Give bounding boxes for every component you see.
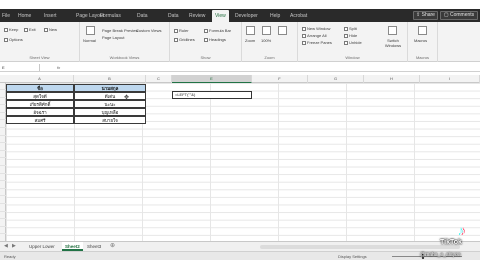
page-layout-view-button[interactable]: Page Layout [102, 35, 124, 40]
table-cell[interactable]: อัจฉรา [6, 108, 74, 116]
tiktok-logo-icon: ♪ [458, 223, 466, 238]
add-sheet-icon[interactable]: ⊕ [110, 242, 115, 251]
tab-formulas[interactable]: Formulas [100, 11, 121, 21]
group-label: Zoom [264, 55, 275, 60]
tab-developer[interactable]: Developer [235, 11, 258, 21]
gridlines-checkbox[interactable]: Gridlines [174, 37, 195, 42]
group-label: Macros [415, 55, 430, 60]
group-zoom: Zoom 100% Zoom [242, 22, 298, 62]
sheet-tab-sheet3[interactable]: Sheet3 [84, 242, 104, 251]
group-window: New Window Arrange All Freeze Panes Spli… [298, 22, 408, 62]
tab-data[interactable]: Data [137, 11, 148, 21]
group-show: Ruler Formula Bar Gridlines Headings Sho… [170, 22, 242, 62]
tab-acrobat[interactable]: Acrobat [290, 11, 307, 21]
macros-icon[interactable] [418, 26, 427, 35]
column-header[interactable]: H [364, 75, 420, 83]
column-header[interactable]: I [420, 75, 480, 83]
sheet-view-keep-button[interactable]: Keep [4, 27, 18, 32]
zoom-100-icon[interactable] [262, 26, 271, 35]
tab-insert[interactable]: Insert [44, 11, 57, 21]
normal-view-icon[interactable] [86, 26, 95, 35]
tab-home[interactable]: Home [18, 11, 31, 21]
zoom-icon[interactable] [246, 26, 255, 35]
group-sheet-view: Keep Exit New Options Sheet View [0, 22, 80, 62]
tab-help[interactable]: Help [270, 11, 280, 21]
comment-icon: ▢ [443, 12, 449, 18]
custom-views-button[interactable]: Custom Views [136, 28, 162, 33]
zoom-button[interactable]: Zoom [245, 38, 255, 43]
column-headers: A B C D E F G H I [0, 75, 480, 83]
formula-bar-checkbox[interactable]: Formula Bar [204, 28, 231, 33]
sheet-tab-sheet2[interactable]: Sheet2 [62, 242, 83, 251]
table-cell[interactable]: สมศรี [6, 116, 74, 124]
ribbon: Keep Exit New Options Sheet View Normal … [0, 22, 480, 62]
table-cell[interactable]: นะนะ [74, 100, 146, 108]
column-header[interactable]: B [74, 75, 146, 83]
column-header[interactable]: F [252, 75, 308, 83]
sheet-tab-upper-lower[interactable]: Upper Lower [26, 242, 58, 251]
ruler-checkbox[interactable]: Ruler [174, 28, 189, 33]
column-header[interactable]: C [146, 75, 172, 83]
name-box[interactable]: E [0, 64, 40, 71]
group-label: Workbook Views [109, 55, 140, 60]
horizontal-scrollbar[interactable] [260, 245, 460, 249]
table-header-cell[interactable]: ชื่อ [6, 84, 74, 92]
switch-windows-icon[interactable] [388, 26, 397, 35]
macros-button[interactable]: Macros [414, 38, 427, 43]
tab-view[interactable]: View [212, 10, 229, 22]
table-cell[interactable]: บุญเหลือ [74, 108, 146, 116]
group-workbook-views: Normal Page Break Preview Page Layout Cu… [80, 22, 170, 62]
sheet-view-exit-button[interactable]: Exit [24, 27, 36, 32]
freeze-panes-button[interactable]: Freeze Panes [302, 40, 332, 45]
ribbon-tab-bar: File Home Insert Page Layout Formulas Da… [0, 9, 480, 22]
comments-button[interactable]: ▢ Comments [440, 11, 478, 20]
headings-checkbox[interactable]: Headings [204, 37, 226, 42]
comments-label: Comments [449, 12, 475, 18]
column-header[interactable]: G [308, 75, 364, 83]
split-button[interactable]: Split [344, 26, 357, 31]
fx-icon[interactable]: fx [57, 64, 60, 71]
sheet-tab-bar: ◀ ▶ Upper Lower Sheet2 Sheet3 ⊕ [0, 241, 480, 251]
group-label: Sheet View [29, 55, 50, 60]
active-cell-formula[interactable]: =LEFT(""&) [172, 91, 252, 99]
mouse-cursor-icon: ✥ [124, 95, 130, 101]
tab-review[interactable]: Review [189, 11, 205, 21]
status-ready-text: Ready [4, 254, 16, 259]
tab-file[interactable]: File [2, 11, 10, 21]
formula-bar: E fx [0, 63, 480, 72]
table-cell[interactable]: เกียรติศักดิ์ [6, 100, 74, 108]
share-button[interactable]: ⇪ Share [413, 11, 438, 20]
group-label: Window [345, 55, 360, 60]
page-break-preview-button[interactable]: Page Break Preview [102, 28, 138, 33]
table-cell[interactable]: สบายใจ [74, 116, 146, 124]
zoom-selection-icon[interactable] [278, 26, 287, 35]
tab-data[interactable]: Data [168, 11, 179, 21]
group-label: Show [200, 55, 211, 60]
hide-button[interactable]: Hide [344, 33, 357, 38]
column-header[interactable]: A [6, 75, 74, 83]
column-header-selected[interactable]: E [172, 75, 252, 83]
sheet-nav-prev-icon[interactable]: ◀ [4, 242, 8, 251]
new-window-button[interactable]: New Window [302, 26, 330, 31]
sheet-nav-next-icon[interactable]: ▶ [12, 242, 16, 251]
switch-windows-button[interactable]: Switch Windows [382, 38, 404, 48]
status-bar: Ready Display Settings [0, 251, 480, 260]
table-header-cell[interactable]: นามสกุล [74, 84, 146, 92]
zoom-100-button[interactable]: 100% [261, 38, 271, 43]
group-macros: Macros Macros [408, 22, 438, 62]
unhide-button[interactable]: Unhide [344, 40, 362, 45]
sheet-view-options-button[interactable]: Options [4, 37, 23, 42]
normal-view-button[interactable]: Normal [83, 38, 96, 43]
share-icon: ⇪ [416, 12, 421, 18]
share-label: Share [421, 12, 435, 18]
display-settings-button[interactable]: Display Settings [338, 252, 367, 261]
excel-window: File Home Insert Page Layout Formulas Da… [0, 0, 480, 270]
sheet-view-new-button[interactable]: New [44, 27, 57, 32]
tiktok-handle-text: @maha_e_aiayoa [420, 252, 461, 258]
arrange-all-button[interactable]: Arrange All [302, 33, 327, 38]
table-cell[interactable]: ดีเด่น [74, 92, 146, 100]
tiktok-brand-text: TikTok [440, 239, 462, 246]
table-cell[interactable]: สุดใจดี [6, 92, 74, 100]
